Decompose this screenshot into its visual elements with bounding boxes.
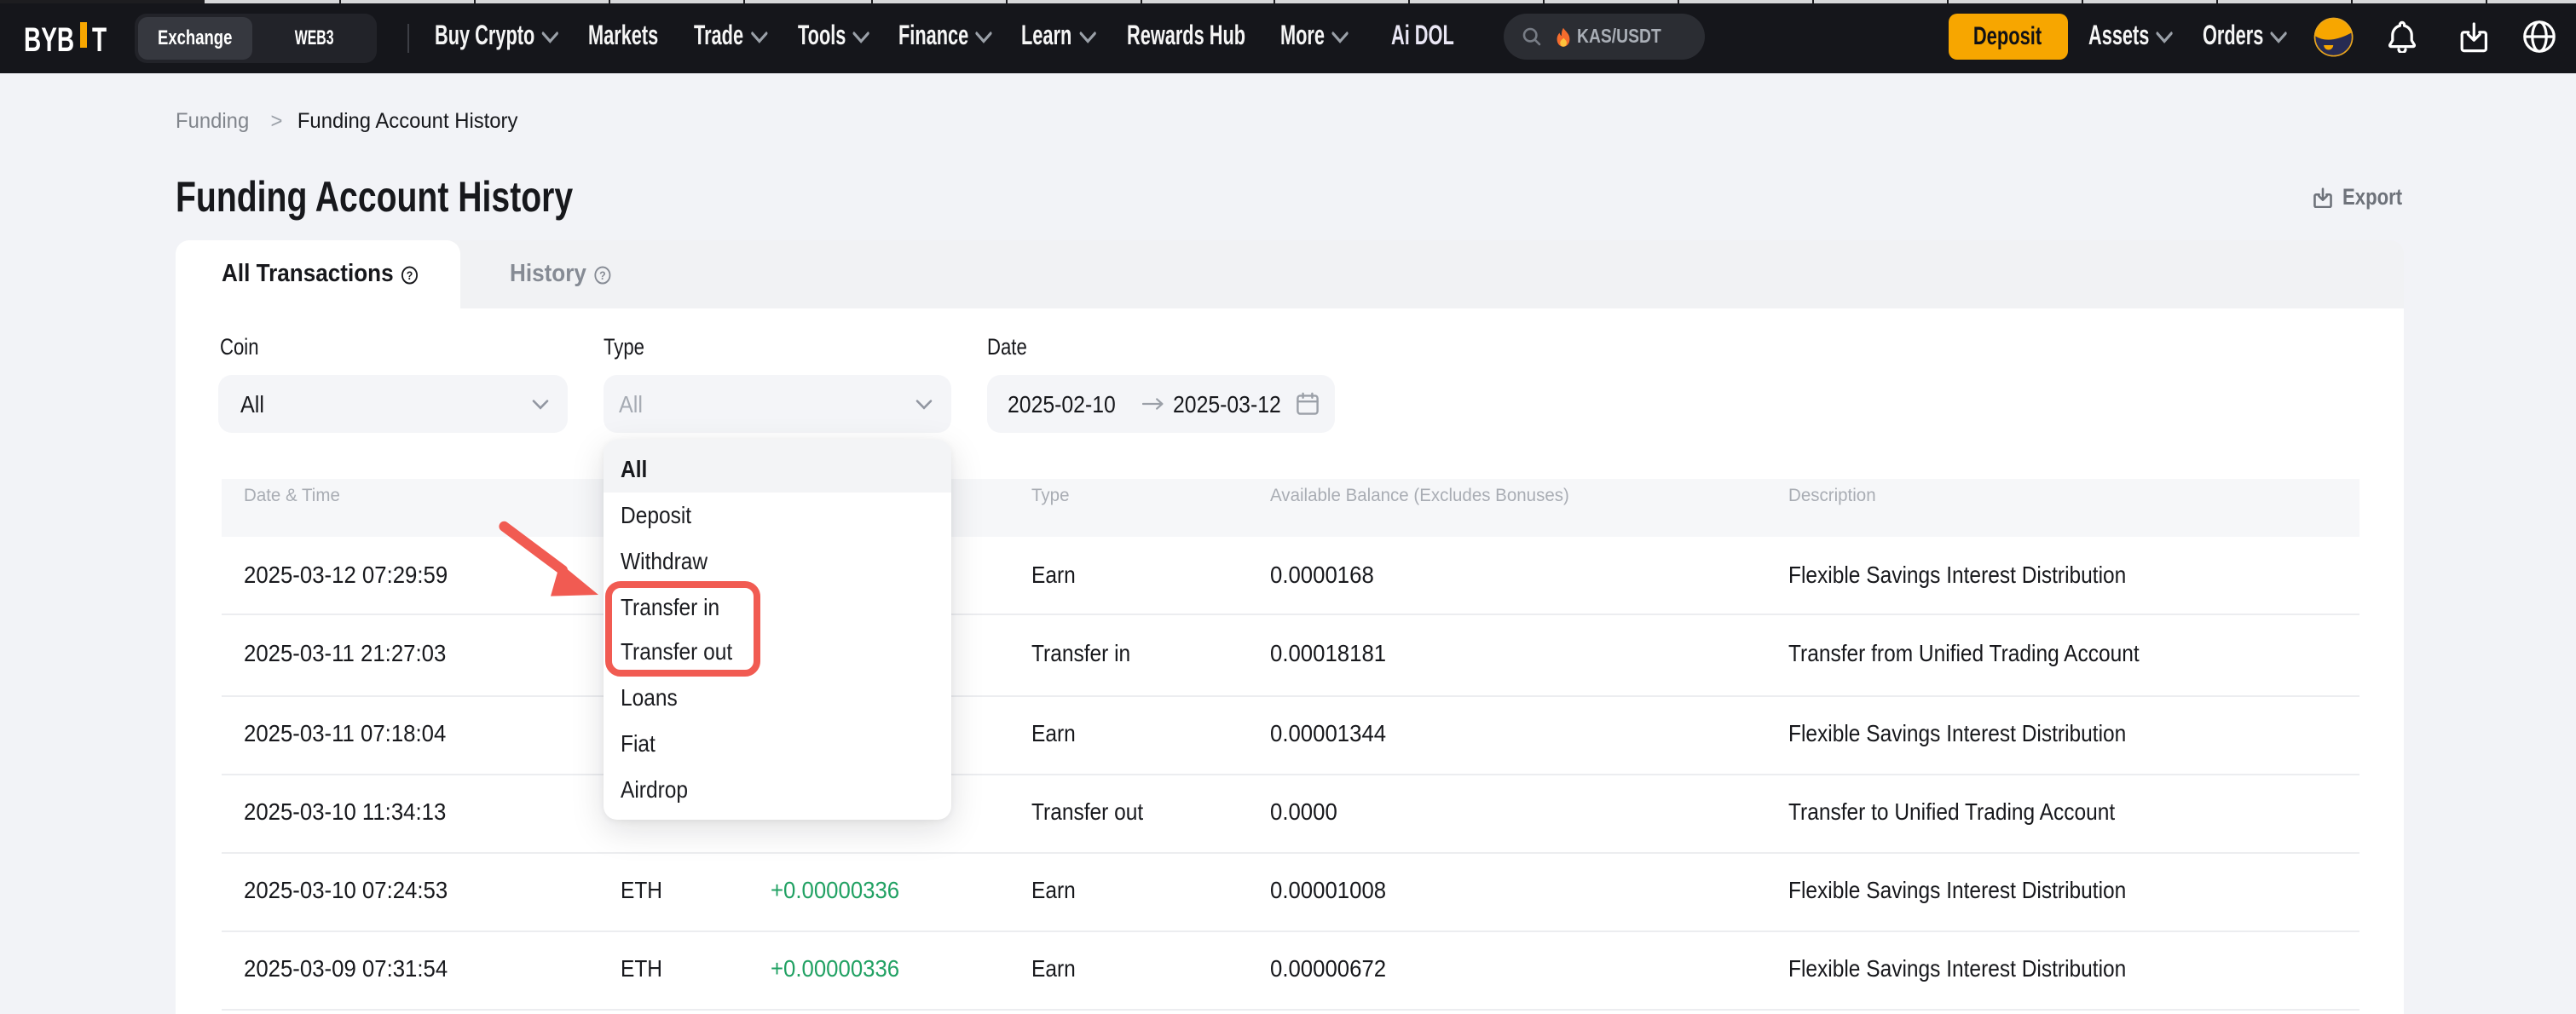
svg-text:?: ? — [598, 268, 605, 281]
svg-text:?: ? — [406, 268, 413, 281]
